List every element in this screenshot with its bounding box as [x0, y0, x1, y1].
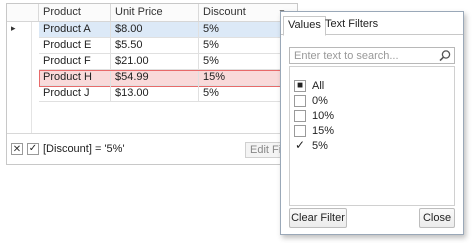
header-indicator-cell: [7, 4, 39, 21]
list-item-10[interactable]: 10%: [294, 108, 444, 124]
cell-product[interactable]: Product H: [39, 70, 111, 86]
search-box: [289, 47, 455, 64]
close-button[interactable]: Close: [419, 208, 455, 228]
checkbox-10[interactable]: [294, 110, 306, 122]
list-item-5[interactable]: ✓ 5%: [294, 138, 444, 154]
checkbox-all[interactable]: ■: [294, 80, 306, 92]
cell-product[interactable]: Product F: [39, 54, 111, 70]
search-icon[interactable]: [438, 49, 452, 63]
list-item-15[interactable]: 15%: [294, 123, 444, 139]
cell-discount[interactable]: 5%: [199, 86, 283, 102]
filter-tabs: Values Text Filters: [281, 12, 463, 36]
tab-text-filters[interactable]: Text Filters: [321, 16, 382, 34]
cell-unit-price[interactable]: $21.00: [111, 54, 199, 70]
list-item-label: All: [312, 80, 325, 92]
table-row[interactable]: Product J $13.00 5%: [7, 86, 297, 102]
clear-filter-button[interactable]: Clear Filter: [289, 208, 347, 228]
list-item-label: 0%: [312, 95, 328, 107]
checkbox-0[interactable]: [294, 95, 306, 107]
list-item-0[interactable]: 0%: [294, 93, 444, 109]
filter-panel: ✕ ✓ [Discount] = '5%' Edit Filter: [7, 133, 297, 164]
column-header-unit-price[interactable]: Unit Price: [111, 4, 199, 21]
filter-popup: Values Text Filters ■ All 0% 10% 15% ✓ 5…: [280, 11, 464, 235]
cell-unit-price[interactable]: $8.00: [111, 22, 199, 38]
row-indicator: ▸: [7, 22, 31, 38]
table-row[interactable]: ▸ Product A $8.00 5%: [7, 22, 297, 38]
value-list: ■ All 0% 10% 15% ✓ 5%: [289, 66, 455, 206]
checkbox-15[interactable]: [294, 125, 306, 137]
list-item-all[interactable]: ■ All: [294, 78, 444, 94]
table-row[interactable]: Product H $54.99 15%: [7, 70, 297, 86]
search-input[interactable]: [290, 48, 440, 63]
table-row[interactable]: Product E $5.50 5%: [7, 38, 297, 54]
column-header-product[interactable]: Product: [39, 4, 111, 21]
cell-unit-price[interactable]: $5.50: [111, 38, 199, 54]
cell-discount[interactable]: 5%: [199, 38, 283, 54]
cell-unit-price[interactable]: $54.99: [111, 70, 199, 86]
column-header-discount[interactable]: Discount: [199, 4, 275, 21]
cell-product[interactable]: Product J: [39, 86, 111, 102]
cell-discount[interactable]: 5%: [199, 54, 283, 70]
filter-enabled-checkbox[interactable]: ✓: [27, 143, 39, 155]
checkbox-5[interactable]: ✓: [294, 139, 306, 152]
list-item-label: 5%: [312, 140, 328, 152]
cell-unit-price[interactable]: $13.00: [111, 86, 199, 102]
current-row-icon: ▸: [11, 23, 16, 33]
column-header-row: Product Unit Price Discount ▼: [7, 4, 297, 22]
tab-values[interactable]: Values: [283, 16, 326, 36]
filter-expression[interactable]: [Discount] = '5%': [43, 143, 125, 155]
clear-filter-icon[interactable]: ✕: [11, 143, 23, 155]
cell-discount[interactable]: 15%: [199, 70, 283, 86]
table-row[interactable]: Product F $21.00 5%: [7, 54, 297, 70]
data-grid: Product Unit Price Discount ▼ ▸ Product …: [6, 3, 298, 165]
cell-product[interactable]: Product E: [39, 38, 111, 54]
cell-discount[interactable]: 5%: [199, 22, 283, 38]
list-item-label: 10%: [312, 110, 335, 122]
list-item-label: 15%: [312, 125, 335, 137]
cell-product[interactable]: Product A: [39, 22, 111, 38]
